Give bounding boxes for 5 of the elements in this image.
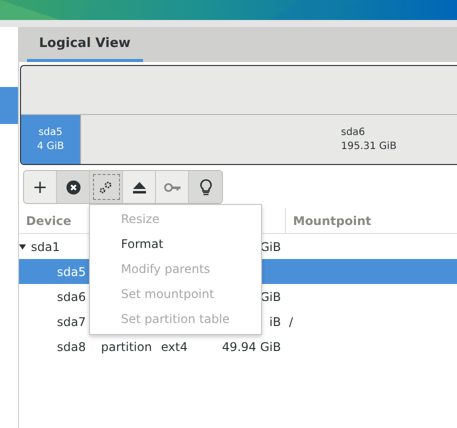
format-cell: ext4 xyxy=(161,340,188,354)
size-cell: 49.94 GiB xyxy=(222,340,281,354)
type-cell: partition xyxy=(101,340,152,354)
size-cell: iB xyxy=(269,314,281,328)
mountpoint-cell: / xyxy=(289,314,294,328)
